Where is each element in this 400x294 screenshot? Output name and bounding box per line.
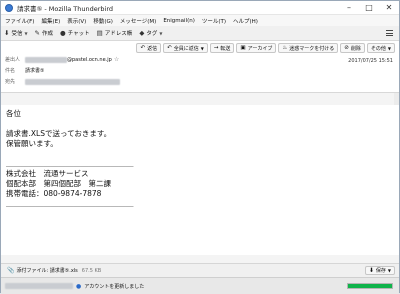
title-bar: 請求書⑤ - Mozilla Thunderbird – □ ✕ <box>1 1 399 15</box>
to-label: 宛先 <box>5 79 16 85</box>
from-domain[interactable]: @pastel.ocn.ne.jp <box>67 57 112 63</box>
chat-label: チャット <box>67 31 90 37</box>
reply-label: 返信 <box>147 45 158 52</box>
chevron-down-icon[interactable]: ▼ <box>201 46 204 51</box>
minimize-button[interactable]: – <box>339 1 359 15</box>
menu-help[interactable]: ヘルプ(H) <box>233 17 258 25</box>
menu-file[interactable]: ファイル(F) <box>5 17 34 25</box>
forward-arrow-icon: → <box>213 45 219 51</box>
reply-all-icon: ↶ <box>167 45 172 51</box>
app-menu-button[interactable] <box>384 28 395 39</box>
reply-arrow-icon: ↶ <box>140 45 146 51</box>
delete-button[interactable]: ⊘ 削除 <box>340 43 365 53</box>
message-body: 各位 請求書.XLSで送っておきます。 保管願います。 ＿＿＿＿＿＿＿＿＿＿＿＿… <box>1 105 399 255</box>
other-actions-button[interactable]: その他 ▼ <box>366 43 395 53</box>
reply-all-label: 全員に返信 <box>173 45 199 52</box>
junk-button[interactable]: ♨ 迷惑マークを付ける <box>278 43 339 53</box>
chevron-down-icon: ▼ <box>387 45 391 51</box>
save-attachment-button[interactable]: ⬇ 保存 ▼ <box>364 266 395 275</box>
attachment-size: 67.5 KB <box>81 267 102 274</box>
progress-bar <box>347 283 393 289</box>
save-icon: ⬇ <box>368 267 374 274</box>
tag-icon: ◆ <box>139 29 145 37</box>
junk-label: 迷惑マークを付ける <box>289 45 335 52</box>
menu-bar: ファイル(F) 編集(E) 表示(V) 移動(G) メッセージ(M) Enigm… <box>1 15 399 26</box>
hamburger-line <box>386 32 393 34</box>
delete-icon: ⊘ <box>344 45 349 51</box>
pencil-icon: ✎ <box>34 29 40 37</box>
status-account-redacted <box>5 283 73 289</box>
flame-icon: ♨ <box>282 45 288 51</box>
compose-label: 作成 <box>42 31 54 37</box>
message-header: ↶ 返信 ↶ 全員に返信 ▼ → 転送 ▣ アーカイブ ♨ 迷惑マークを付ける … <box>1 41 399 93</box>
star-icon[interactable]: ☆ <box>114 56 119 63</box>
delete-label: 削除 <box>350 45 361 52</box>
receive-button[interactable]: ⬇ 受信 ▼ <box>4 29 28 37</box>
menu-message[interactable]: メッセージ(M) <box>120 17 156 25</box>
chevron-down-icon[interactable]: ▼ <box>24 31 27 36</box>
hamburger-line <box>386 34 393 36</box>
subject-text: 請求書⑤ <box>25 68 45 74</box>
address-book-button[interactable]: ▤ アドレス帳 <box>97 29 133 37</box>
menu-enigmail[interactable]: Enigmail(n) <box>163 18 195 24</box>
hamburger-line <box>386 30 393 32</box>
chevron-down-icon: ▼ <box>159 30 163 36</box>
menu-tools[interactable]: ツール(T) <box>202 17 226 25</box>
from-label: 差出人 <box>5 57 21 63</box>
compose-button[interactable]: ✎ 作成 <box>35 29 53 37</box>
status-text: アカウントを更新しました <box>84 283 145 290</box>
reply-button[interactable]: ↶ 返信 <box>136 43 162 53</box>
from-row: 差出人 @pastel.ocn.ne.jp ☆ <box>5 56 119 63</box>
progress-fill <box>348 284 392 288</box>
menu-view[interactable]: 表示(V) <box>67 17 86 25</box>
archive-label: アーカイブ <box>247 45 273 52</box>
to-address-redacted <box>25 78 120 85</box>
thunderbird-window: 請求書⑤ - Mozilla Thunderbird – □ ✕ ファイル(F)… <box>0 0 400 294</box>
main-toolbar: ⬇ 受信 ▼ ✎ 作成 ● チャット ▤ アドレス帳 ◆ タグ ▼ <box>1 26 399 41</box>
close-button[interactable]: ✕ <box>379 1 399 15</box>
status-bar: ● アカウントを更新しました <box>1 277 399 294</box>
info-icon: ● <box>76 282 82 290</box>
chat-bubble-icon: ● <box>60 29 66 37</box>
window-title: 請求書⑤ - Mozilla Thunderbird <box>17 4 114 13</box>
download-icon: ⬇ <box>4 29 10 37</box>
from-address-redacted <box>25 56 67 63</box>
forward-label: 転送 <box>220 45 231 52</box>
message-date: 2017/07/25 15:51 <box>348 58 393 64</box>
paperclip-icon: 📎 <box>7 267 15 274</box>
attachment-bar: 📎 添付ファイル: 請求書⑤.xls 67.5 KB ⬇ 保存 ▼ <box>1 263 399 277</box>
forward-button[interactable]: → 転送 <box>209 43 235 53</box>
reply-all-button[interactable]: ↶ 全員に返信 ▼ <box>163 43 208 53</box>
receive-label: 受信 <box>11 31 23 37</box>
other-label: その他 <box>370 45 386 52</box>
save-label: 保存 <box>375 268 386 274</box>
message-actions: ↶ 返信 ↶ 全員に返信 ▼ → 転送 ▣ アーカイブ ♨ 迷惑マークを付ける … <box>134 43 395 53</box>
subject-label: 件名 <box>5 68 16 74</box>
chat-button[interactable]: ● チャット <box>60 29 90 37</box>
archive-box-icon: ▣ <box>240 45 246 51</box>
menu-go[interactable]: 移動(G) <box>93 17 113 25</box>
chevron-down-icon[interactable]: ▼ <box>388 268 391 273</box>
attachment-label[interactable]: 添付ファイル: 請求書⑤.xls <box>16 267 77 274</box>
archive-button[interactable]: ▣ アーカイブ <box>236 43 277 53</box>
menu-edit[interactable]: 編集(E) <box>41 17 60 25</box>
contacts-icon: ▤ <box>96 29 103 37</box>
thunderbird-logo-icon <box>5 3 13 12</box>
to-row: 宛先 <box>5 78 120 85</box>
tag-button[interactable]: ◆ タグ ▼ <box>139 29 162 37</box>
subject-row: 件名 請求書⑤ <box>5 67 44 74</box>
address-book-label: アドレス帳 <box>104 31 133 37</box>
tag-label: タグ <box>146 31 158 37</box>
maximize-button[interactable]: □ <box>359 1 379 15</box>
window-controls: – □ ✕ <box>339 1 399 15</box>
